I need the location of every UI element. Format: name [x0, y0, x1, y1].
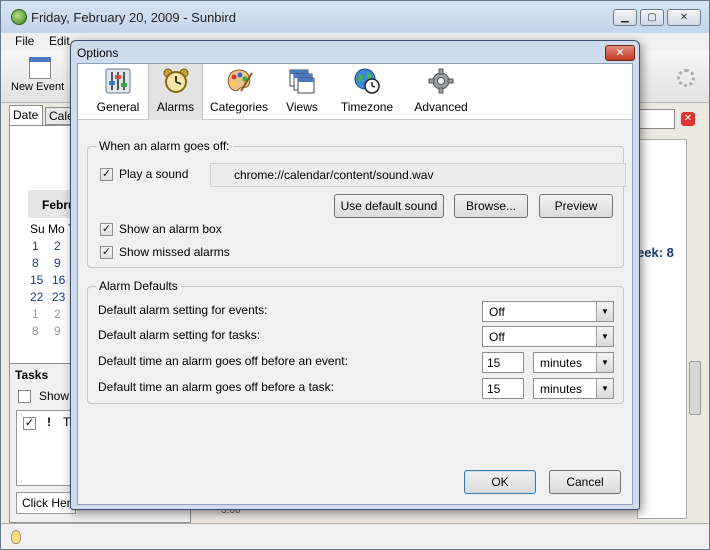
- sound-path-field[interactable]: chrome://calendar/content/sound.wav: [210, 163, 626, 187]
- chevron-down-icon: ▼: [596, 379, 613, 398]
- pane-general[interactable]: General: [88, 64, 148, 120]
- right-pane-glimpse: ✕ eek: 8: [637, 109, 703, 529]
- pane-views[interactable]: Views: [278, 64, 326, 120]
- task-complete-column-checkbox[interactable]: ✓: [23, 417, 36, 430]
- tasks-default-select[interactable]: Off ▼: [482, 326, 614, 347]
- maximize-button[interactable]: ▢: [640, 9, 664, 26]
- play-sound-row[interactable]: ✓ Play a sound: [100, 167, 210, 183]
- alarm-goes-off-group: When an alarm goes off: ✓ Play a sound c…: [87, 139, 626, 268]
- event-time-label: Default time an alarm goes off before an…: [98, 354, 348, 368]
- minimonth-day[interactable]: 1: [32, 239, 52, 253]
- tasks-default-value: Off: [489, 330, 505, 344]
- show-missed-alarms-checkbox[interactable]: ✓: [100, 246, 113, 259]
- sunbird-app-icon: [11, 9, 27, 25]
- pane-timezone-label: Timezone: [340, 100, 394, 114]
- weekday-header: Mo: [48, 222, 65, 236]
- pane-categories[interactable]: Categories: [206, 64, 272, 120]
- lightbulb-icon: [11, 530, 21, 544]
- pane-timezone[interactable]: Timezone: [332, 64, 402, 120]
- tasks-header: Tasks: [15, 368, 49, 382]
- task-time-unit-select[interactable]: minutes ▼: [533, 378, 614, 399]
- tasks-default-label: Default alarm setting for tasks:: [98, 328, 261, 342]
- alarm-goes-off-legend: When an alarm goes off:: [96, 139, 233, 153]
- minimonth-day[interactable]: 1: [32, 307, 52, 321]
- alarm-clock-icon: [163, 68, 188, 93]
- weekday-header: Su: [30, 222, 45, 236]
- show-missed-alarms-row[interactable]: ✓ Show missed alarms: [100, 245, 260, 261]
- show-completed-checkbox[interactable]: [18, 390, 31, 403]
- search-input[interactable]: [637, 109, 675, 129]
- pane-general-label: General: [96, 100, 140, 114]
- new-event-icon: [29, 57, 51, 79]
- globe-clock-icon: [354, 68, 380, 94]
- pane-categories-label: Categories: [209, 100, 269, 114]
- dialog-title: Options: [77, 46, 119, 60]
- play-sound-checkbox[interactable]: ✓: [100, 168, 113, 181]
- show-alarm-box-label: Show an alarm box: [119, 222, 222, 236]
- preview-button[interactable]: Preview: [539, 194, 613, 218]
- minimonth-day[interactable]: 8: [32, 324, 52, 338]
- palette-icon: [227, 69, 253, 92]
- browse-button[interactable]: Browse...: [454, 194, 528, 218]
- events-default-value: Off: [489, 305, 505, 319]
- show-alarm-box-checkbox[interactable]: ✓: [100, 223, 113, 236]
- play-sound-label: Play a sound: [119, 167, 189, 181]
- unifinder-panel: [637, 139, 687, 519]
- quick-add-task-input[interactable]: Click Her: [16, 492, 76, 514]
- gear-icon: [428, 68, 454, 94]
- minimonth-day[interactable]: 15: [30, 273, 50, 287]
- alarm-defaults-group: Alarm Defaults Default alarm setting for…: [87, 279, 624, 404]
- menu-file[interactable]: File: [15, 34, 34, 48]
- event-time-unit-select[interactable]: minutes ▼: [533, 352, 614, 373]
- use-default-sound-button[interactable]: Use default sound: [334, 194, 444, 218]
- pane-advanced[interactable]: Advanced: [408, 64, 474, 120]
- show-missed-alarms-label: Show missed alarms: [119, 245, 230, 259]
- task-priority-column[interactable]: !: [47, 415, 51, 429]
- views-icon: [289, 69, 315, 94]
- main-titlebar: Friday, February 20, 2009 - Sunbird ▁ ▢ …: [1, 1, 709, 33]
- sliders-icon: [105, 68, 131, 94]
- pane-alarms-label: Alarms: [156, 100, 195, 114]
- main-window-title: Friday, February 20, 2009 - Sunbird: [31, 10, 236, 25]
- close-button[interactable]: ✕: [667, 9, 701, 26]
- pane-alarms[interactable]: Alarms: [148, 64, 203, 120]
- minimonth-day[interactable]: 23: [52, 290, 72, 304]
- clear-search-icon[interactable]: ✕: [681, 112, 695, 126]
- event-time-unit-value: minutes: [540, 356, 583, 370]
- chevron-down-icon: ▼: [596, 353, 613, 372]
- pane-views-label: Views: [286, 100, 318, 114]
- week-number-label: eek: 8: [637, 245, 674, 260]
- scrollbar-thumb[interactable]: [689, 361, 701, 415]
- events-default-select[interactable]: Off ▼: [482, 301, 614, 322]
- pane-selector: General Alarms Categories Views Timezone…: [78, 64, 632, 120]
- chevron-down-icon: ▼: [596, 327, 613, 346]
- minimize-button[interactable]: ▁: [613, 9, 637, 26]
- alarm-defaults-legend: Alarm Defaults: [96, 279, 181, 293]
- minimonth-day[interactable]: 22: [30, 290, 50, 304]
- chevron-down-icon: ▼: [596, 302, 613, 321]
- tab-date[interactable]: Date: [9, 105, 43, 125]
- pane-advanced-label: Advanced: [414, 100, 468, 114]
- events-default-label: Default alarm setting for events:: [98, 303, 268, 317]
- minimonth-day[interactable]: 8: [32, 256, 52, 270]
- dialog-close-button[interactable]: ✕: [605, 45, 635, 61]
- ok-button[interactable]: OK: [464, 470, 536, 494]
- new-event-label: New Event: [11, 81, 65, 93]
- options-dialog: Options ✕ General Alarms Categories View…: [70, 40, 640, 510]
- task-time-unit-value: minutes: [540, 382, 583, 396]
- cancel-button[interactable]: Cancel: [549, 470, 621, 494]
- new-event-button[interactable]: New Event: [11, 57, 71, 93]
- show-alarm-box-row[interactable]: ✓ Show an alarm box: [100, 222, 260, 238]
- statusbar: [1, 523, 709, 549]
- activity-throbber-icon: [677, 69, 695, 87]
- show-completed-label: Show: [39, 389, 70, 403]
- task-time-label: Default time an alarm goes off before a …: [98, 380, 334, 394]
- event-time-input[interactable]: 15: [482, 352, 524, 373]
- minimonth-day[interactable]: 16: [52, 273, 72, 287]
- dialog-body: General Alarms Categories Views Timezone…: [77, 63, 633, 505]
- menu-edit[interactable]: Edit: [49, 34, 70, 48]
- task-time-input[interactable]: 15: [482, 378, 524, 399]
